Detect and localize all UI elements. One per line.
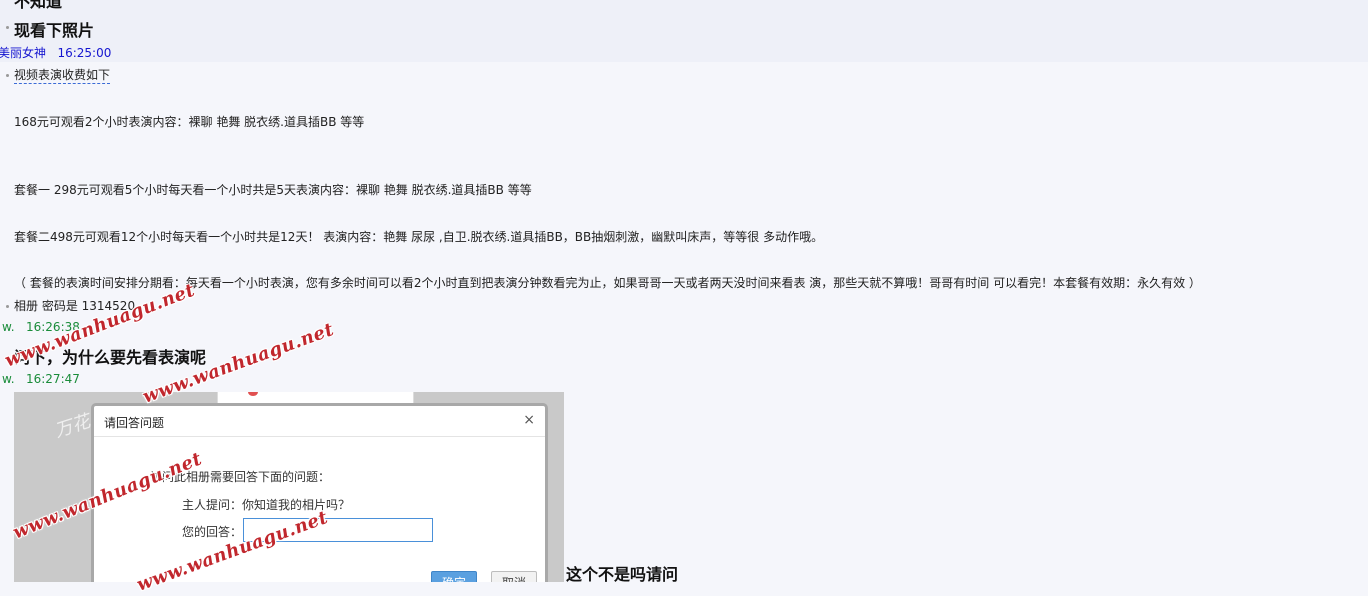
answer-question-dialog: 请回答问题 × 访问此相册需要回答下面的问题： 主人提问：你知道我的相片吗？ 您…	[91, 403, 548, 582]
message-last: 这个不是吗请问	[566, 565, 679, 584]
confirm-button[interactable]: 确定	[431, 571, 477, 582]
close-icon[interactable]: ×	[523, 412, 535, 428]
price-heading: 视频表演收费如下	[14, 68, 111, 84]
answer-label: 您的回答：	[182, 525, 243, 539]
price-line-package-2: 套餐二498元可观看12个小时每天看一个小时共是12天！ 表演内容：艳舞 尿尿 …	[14, 230, 824, 244]
bullet-icon	[6, 74, 9, 77]
sender-line-3: w. 16:27:47	[2, 372, 80, 386]
price-line-168: 168元可观看2个小时表演内容：裸聊 艳舞 脱衣绣.道具插BB 等等	[14, 115, 365, 129]
bullet-icon	[6, 305, 9, 308]
chat-header-band	[0, 0, 1368, 62]
sender-line-1: 美丽女神 16:25:00	[0, 44, 111, 61]
bullet-icon	[6, 26, 9, 29]
sender-name[interactable]: 美丽女神	[0, 46, 46, 60]
price-line-package-1: 套餐一 298元可观看5个小时每天看一个小时共是5天表演内容：裸聊 艳舞 脱衣绣…	[14, 183, 532, 197]
message-time: 16:27:47	[25, 372, 80, 386]
dialog-title: 请回答问题	[104, 416, 165, 430]
cancel-button[interactable]: 取消	[491, 571, 537, 582]
message-photo: 现看下照片	[14, 21, 95, 40]
sender-name[interactable]: w.	[2, 320, 15, 334]
sender-name[interactable]: w.	[2, 372, 15, 386]
message-partial: 不知道	[14, 0, 63, 11]
message-time: 16:25:00	[57, 46, 112, 60]
background-watermark: 万花	[52, 410, 93, 442]
shared-screenshot-image[interactable]: 万花 万花 请回答问题 × 访问此相册需要回答下面的问题： 主人提问：你知道我的…	[14, 392, 564, 582]
